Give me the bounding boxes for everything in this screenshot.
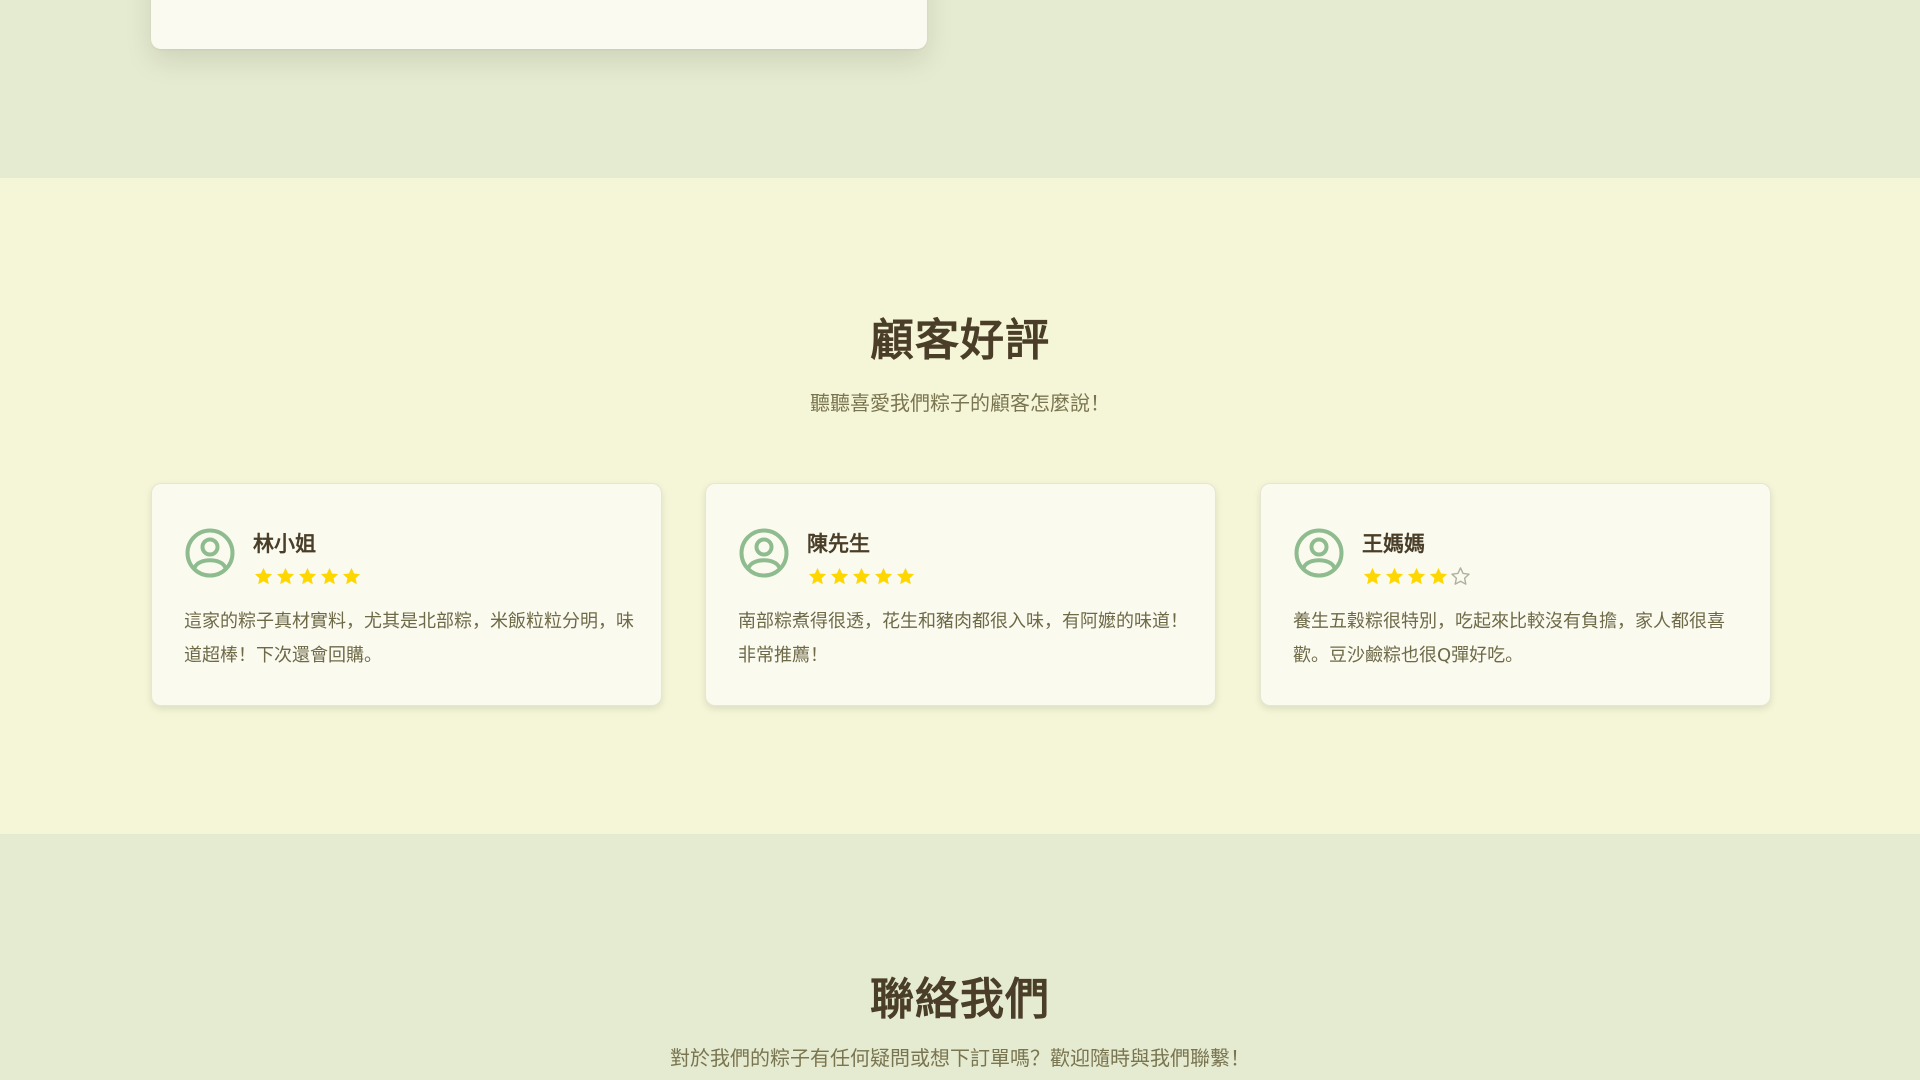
star-rating <box>1362 566 1471 587</box>
user-circle-icon <box>185 528 235 578</box>
review-card: 林小姐 這家的粽子真材實料，尤其是北部粽，米飯粒粒分明，味道超棒！下次還會回購。 <box>151 483 662 706</box>
star-filled-icon <box>830 567 849 585</box>
star-rating <box>253 566 362 587</box>
user-circle-icon <box>1294 528 1344 578</box>
star-filled-icon <box>320 567 339 585</box>
review-text: 養生五穀粽很特別，吃起來比較沒有負擔，家人都很喜歡。豆沙鹼粽也很Q彈好吃。 <box>1293 611 1725 666</box>
star-filled-icon <box>276 567 295 585</box>
reviews-subtitle: 聽聽喜愛我們粽子的顧客怎麼說！ <box>810 391 1110 415</box>
star-filled-icon <box>298 567 317 585</box>
star-filled-icon <box>1407 567 1426 585</box>
review-card: 陳先生 南部粽煮得很透，花生和豬肉都很入味，有阿嬤的味道！非常推薦！ <box>705 483 1216 706</box>
star-rating <box>807 566 916 587</box>
star-filled-icon <box>254 567 273 585</box>
star-filled-icon <box>896 567 915 585</box>
star-filled-icon <box>1429 567 1448 585</box>
product-card <box>151 0 927 49</box>
reviews-title: 顧客好評 <box>870 315 1050 366</box>
star-filled-icon <box>342 567 361 585</box>
star-filled-icon <box>852 567 871 585</box>
star-filled-icon <box>1363 567 1382 585</box>
contact-section: 聯絡我們 對於我們的粽子有任何疑問或想下訂單嗎？歡迎隨時與我們聯繫！ <box>0 834 1920 1080</box>
reviews-section: 顧客好評 聽聽喜愛我們粽子的顧客怎麼說！ 林小姐 這家的粽子真材實料，尤其是北部… <box>0 178 1920 834</box>
previous-section <box>0 0 1920 178</box>
contact-title: 聯絡我們 <box>870 974 1050 1025</box>
star-filled-icon <box>1385 567 1404 585</box>
contact-subtitle: 對於我們的粽子有任何疑問或想下訂單嗎？歡迎隨時與我們聯繫！ <box>670 1046 1250 1070</box>
star-filled-icon <box>808 567 827 585</box>
review-card: 王媽媽 養生五穀粽很特別，吃起來比較沒有負擔，家人都很喜歡。豆沙鹼粽也很Q彈好吃… <box>1260 483 1771 706</box>
review-text: 這家的粽子真材實料，尤其是北部粽，米飯粒粒分明，味道超棒！下次還會回購。 <box>184 611 634 666</box>
reviewer-name: 陳先生 <box>807 532 870 556</box>
reviewer-name: 王媽媽 <box>1362 532 1425 556</box>
star-filled-icon <box>874 567 893 585</box>
star-empty-icon <box>1451 567 1470 585</box>
reviewer-name: 林小姐 <box>253 532 316 556</box>
review-text: 南部粽煮得很透，花生和豬肉都很入味，有阿嬤的味道！非常推薦！ <box>738 611 1188 666</box>
user-circle-icon <box>739 528 789 578</box>
